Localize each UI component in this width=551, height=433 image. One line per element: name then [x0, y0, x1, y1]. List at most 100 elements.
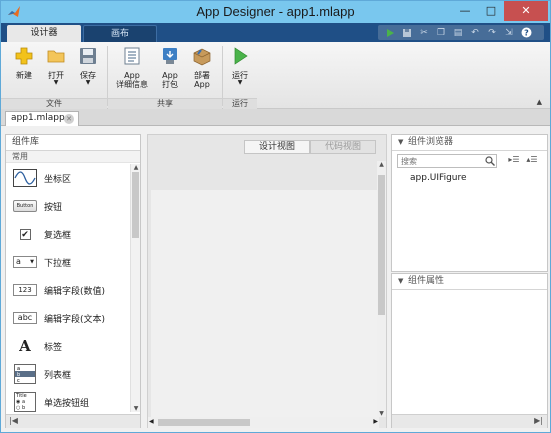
tab-design-view[interactable]: 设计视图: [244, 140, 310, 154]
undo-quick-icon[interactable]: ↶: [469, 27, 481, 39]
group-label-share: 共享: [108, 98, 222, 109]
minimize-icon[interactable]: —: [452, 1, 478, 21]
quick-access-bar: ✂ ❐ ▤ ↶ ↷ ⇲ ?: [378, 25, 544, 40]
ribbon-group-labels: 文件 共享 运行: [1, 98, 550, 109]
canvas-vertical-scrollbar[interactable]: ▲ ▼: [377, 161, 386, 417]
collapse-triangle-icon[interactable]: ▼: [398, 274, 403, 289]
package-app-button[interactable]: App 打包: [153, 46, 187, 89]
scroll-up-icon[interactable]: ▲: [377, 161, 386, 168]
component-library-panel: 组件库 常用 坐标区 Button 按钮 ✔ 复选框 a ▼ 下拉框 123 编…: [5, 134, 141, 429]
status-bar: [1, 428, 550, 432]
deploy-app-button[interactable]: 部署 App: [185, 46, 219, 89]
list-item[interactable]: Title ◉ a ○ b 单选按钮组: [6, 388, 131, 412]
search-input[interactable]: [397, 154, 497, 168]
title-bar: App Designer - app1.mlapp — □ ✕: [1, 1, 550, 23]
app-window: App Designer - app1.mlapp — □ ✕ 设计器 画布 ✂…: [0, 0, 551, 433]
tab-layout[interactable]: 画布: [83, 25, 157, 42]
svg-text:?: ?: [524, 29, 529, 38]
group-label-file: 文件: [1, 98, 107, 109]
component-browser-panel: ▼ 组件浏览器 ▸☰ ▴☰ app.UIFigure: [391, 134, 548, 272]
collapse-tree-icon[interactable]: ▴☰: [525, 155, 539, 167]
new-button[interactable]: 新建: [7, 46, 41, 80]
label-icon: A: [19, 337, 31, 355]
copy-quick-icon[interactable]: ❐: [435, 27, 447, 39]
save-quick-icon[interactable]: [401, 27, 413, 39]
toolstrip-tabs: 设计器 画布 ✂ ❐ ▤ ↶ ↷ ⇲ ?: [1, 23, 550, 42]
help-icon[interactable]: ?: [520, 27, 532, 39]
list-item[interactable]: A 标签: [6, 332, 131, 360]
scroll-right-icon[interactable]: ▶: [373, 418, 378, 425]
package-icon: [163, 48, 177, 64]
deploy-box-icon: [193, 48, 211, 66]
checkbox-icon: ✔: [19, 228, 31, 240]
save-button[interactable]: 保存 ▼: [71, 46, 105, 86]
document-tab-bar: app1.mlapp ✕: [1, 109, 550, 126]
paste-quick-icon[interactable]: ▤: [452, 27, 464, 39]
browser-search-row: ▸☰ ▴☰: [397, 154, 545, 169]
canvas-horizontal-scrollbar[interactable]: ◀ ▶: [148, 417, 379, 428]
library-section-common: 常用: [6, 151, 140, 163]
run-quick-icon[interactable]: [384, 27, 396, 39]
run-dropdown-icon[interactable]: ▼: [223, 80, 257, 86]
component-library-title: 组件库: [6, 135, 140, 151]
cut-quick-icon[interactable]: ✂: [418, 27, 430, 39]
list-item[interactable]: ✔ 复选框: [6, 220, 131, 248]
close-tab-icon[interactable]: ✕: [64, 114, 74, 124]
collapse-triangle-icon[interactable]: ▼: [398, 135, 403, 150]
properties-panel-footer: ▶|: [392, 414, 547, 428]
details-list-icon: [124, 47, 140, 65]
canvas-vscroll-thumb[interactable]: [378, 175, 385, 315]
canvas-hscroll-thumb[interactable]: [158, 419, 250, 426]
listbox-icon: abc: [13, 364, 37, 384]
plus-icon: [15, 47, 33, 65]
collapse-ribbon-icon[interactable]: ▲: [537, 98, 542, 106]
component-properties-header[interactable]: ▼ 组件属性: [392, 274, 547, 290]
scroll-down-icon[interactable]: ▼: [377, 410, 386, 417]
list-item[interactable]: a ▼ 下拉框: [6, 248, 131, 276]
save-dropdown-icon[interactable]: ▼: [71, 80, 105, 86]
design-area: 设计视图 代码视图 ▲ ▼ ◀ ▶: [147, 134, 387, 429]
expand-tree-icon[interactable]: ▸☰: [507, 155, 521, 167]
scroll-up-icon[interactable]: ▲: [131, 164, 141, 171]
library-scrollbar[interactable]: ▲ ▼: [130, 164, 140, 412]
component-list: 坐标区 Button 按钮 ✔ 复选框 a ▼ 下拉框 123 编辑字段(数值)…: [6, 164, 131, 412]
tab-designer[interactable]: 设计器: [7, 25, 81, 42]
floppy-icon: [80, 48, 96, 64]
group-label-run: 运行: [223, 98, 257, 109]
axes-icon: [13, 168, 37, 188]
collapse-right-icon[interactable]: ▶|: [534, 416, 543, 425]
component-properties-panel: ▼ 组件属性 ▶|: [391, 273, 548, 429]
expand-quick-icon[interactable]: ⇲: [503, 27, 515, 39]
maximize-icon[interactable]: □: [478, 1, 504, 21]
run-button[interactable]: 运行 ▼: [223, 46, 257, 86]
library-scroll-thumb[interactable]: [132, 172, 139, 238]
redo-quick-icon[interactable]: ↷: [486, 27, 498, 39]
scroll-down-icon[interactable]: ▼: [131, 405, 141, 412]
dropdown-icon: a ▼: [13, 252, 37, 272]
play-icon: [234, 47, 248, 65]
library-panel-footer: |◀: [6, 414, 140, 428]
component-browser-header[interactable]: ▼ 组件浏览器: [392, 135, 547, 151]
search-icon[interactable]: [485, 156, 495, 166]
folder-icon: [47, 50, 65, 63]
app-details-button[interactable]: App 详细信息: [113, 46, 151, 89]
button-icon: Button: [13, 196, 37, 216]
view-switcher: 设计视图 代码视图: [244, 140, 376, 154]
numeric-field-icon: 123: [13, 280, 37, 300]
list-item[interactable]: Button 按钮: [6, 192, 131, 220]
list-item[interactable]: abc 编辑字段(文本): [6, 304, 131, 332]
document-tab[interactable]: app1.mlapp ✕: [5, 111, 79, 126]
ui-figure-canvas[interactable]: [151, 190, 378, 417]
list-item[interactable]: 坐标区: [6, 164, 131, 192]
svg-text:c: c: [17, 378, 20, 384]
tab-code-view[interactable]: 代码视图: [310, 140, 376, 154]
tree-node-uifigure[interactable]: app.UIFigure: [410, 173, 467, 183]
close-icon[interactable]: ✕: [504, 1, 548, 21]
collapse-left-icon[interactable]: |◀: [9, 416, 18, 425]
scroll-left-icon[interactable]: ◀: [149, 418, 154, 425]
radio-group-icon: Title ◉ a ○ b: [13, 392, 37, 412]
list-item[interactable]: abc 列表框: [6, 360, 131, 388]
open-dropdown-icon[interactable]: ▼: [39, 80, 73, 86]
open-button[interactable]: 打开 ▼: [39, 46, 73, 86]
list-item[interactable]: 123 编辑字段(数值): [6, 276, 131, 304]
